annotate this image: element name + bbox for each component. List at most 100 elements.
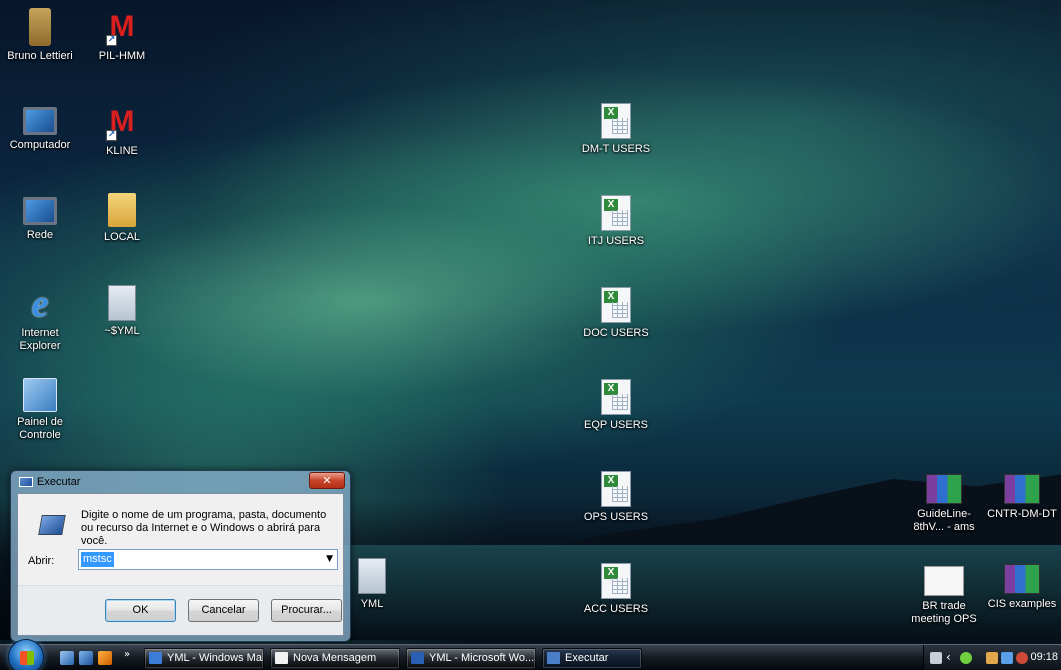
desktop-icon-rede[interactable]: Rede	[4, 193, 76, 242]
desktop-icon-label: LOCAL	[103, 231, 141, 243]
new-message-icon	[275, 652, 288, 664]
desktop-icon-label: KLINE	[106, 145, 138, 157]
excel-file-icon	[601, 379, 631, 415]
desktop-icon-label: CNTR-DM-DT	[987, 508, 1057, 520]
dialog-description: Digite o nome de um programa, pasta, doc…	[81, 509, 327, 547]
desktop-icon-label: DM-T USERS	[581, 143, 651, 155]
taskbar-button-microsoft-word[interactable]: YML - Microsoft Wo...	[406, 648, 536, 669]
desktop-icon-computador[interactable]: Computador	[4, 103, 76, 152]
run-dialog: Executar ✕ Digite o nome de um programa,…	[10, 470, 351, 642]
m-shortcut-icon: M ↗	[106, 10, 135, 46]
desktop-icon-kline[interactable]: M ↗ KLINE	[86, 103, 158, 158]
dialog-body: Digite o nome de um programa, pasta, doc…	[17, 493, 344, 636]
taskbar-button-label: YML - Microsoft Wo...	[429, 652, 535, 664]
desktop-icon-dm-t-users[interactable]: DM-T USERS	[580, 103, 652, 156]
taskbar-button-label: Nova Mensagem	[293, 652, 377, 664]
taskbar-button-executar[interactable]: Executar	[542, 648, 642, 669]
desktop-icon-ops-users[interactable]: OPS USERS	[580, 471, 652, 524]
start-button[interactable]	[8, 639, 44, 670]
excel-file-icon	[601, 563, 631, 599]
quick-launch-chevron-icon[interactable]: »	[124, 649, 130, 660]
system-tray: ‹ 09:18	[923, 645, 1061, 670]
word-icon	[411, 652, 424, 664]
mail-icon	[149, 652, 162, 664]
open-combobox[interactable]: mstsc ▼	[78, 549, 338, 570]
desktop-icon-label: Internet Explorer	[19, 327, 61, 352]
excel-file-icon	[601, 195, 631, 231]
open-input-value[interactable]: mstsc	[81, 552, 114, 567]
switch-windows-icon[interactable]	[79, 651, 93, 665]
desktop-icon-label: Bruno Lettieri	[7, 50, 73, 62]
desktop-icon-label: CIS examples	[987, 598, 1057, 610]
desktop-icon-label: ~$YML	[104, 325, 140, 337]
show-desktop-icon[interactable]	[60, 651, 74, 665]
internet-explorer-icon: e	[31, 283, 49, 325]
word-document-icon	[358, 558, 386, 594]
clock[interactable]: 09:18	[1030, 651, 1058, 663]
desktop-icon-br-trade-meeting[interactable]: BR trade meeting OPS	[904, 560, 984, 626]
desktop-icon-label: Painel de Controle	[17, 416, 63, 441]
run-icon	[547, 652, 560, 664]
desktop-icon-label: Computador	[9, 139, 71, 151]
excel-file-icon	[601, 471, 631, 507]
rar-archive-icon	[1004, 474, 1040, 504]
desktop-icon-itj-users[interactable]: ITJ USERS	[580, 195, 652, 248]
desktop-icon-label: EQP USERS	[584, 419, 648, 431]
volume-icon[interactable]	[1016, 652, 1028, 664]
taskbar-button-label: Executar	[565, 652, 609, 664]
taskbar-button-nova-mensagem[interactable]: Nova Mensagem	[270, 648, 400, 669]
excel-file-icon	[601, 287, 631, 323]
notification-icon[interactable]	[986, 652, 998, 664]
network-icon	[23, 197, 57, 225]
desktop-icon-acc-users[interactable]: ACC USERS	[580, 563, 652, 616]
open-label: Abrir:	[28, 555, 55, 567]
desktop-icon-guideline[interactable]: GuideLine-8thV... - ams	[904, 470, 984, 534]
desktop-icon-doc-users[interactable]: DOC USERS	[580, 287, 652, 340]
shortcut-arrow-icon: ↗	[106, 130, 117, 141]
run-program-icon	[38, 515, 66, 535]
desktop-icon-label: PIL-HMM	[98, 50, 146, 62]
desktop-icon-eqp-users[interactable]: EQP USERS	[580, 379, 652, 432]
dropdown-arrow-icon[interactable]: ▼	[326, 554, 333, 564]
folder-icon	[108, 193, 136, 227]
taskbar-button-label: YML - Windows Mail	[167, 652, 264, 664]
control-panel-icon	[23, 378, 57, 412]
security-shield-icon[interactable]	[960, 652, 972, 664]
computer-icon	[23, 107, 57, 135]
desktop-icon-label: BR trade meeting OPS	[911, 600, 977, 625]
desktop-icon-pil-hmm[interactable]: M ↗ PIL-HMM	[86, 8, 158, 63]
close-button[interactable]: ✕	[309, 472, 345, 489]
browse-button[interactable]: Procurar...	[271, 599, 342, 622]
dialog-button-strip: OK Cancelar Procurar...	[18, 585, 343, 635]
desktop-icon-cis-examples[interactable]: CIS examples	[984, 560, 1060, 611]
m-shortcut-icon: M ↗	[106, 105, 135, 141]
excel-file-icon	[601, 103, 631, 139]
document-icon	[108, 285, 136, 321]
run-title-icon	[19, 477, 33, 487]
desktop-icon-local[interactable]: LOCAL	[86, 193, 158, 244]
desktop-icon-label: Rede	[26, 229, 54, 241]
tray-chevron-icon[interactable]: ‹	[946, 650, 958, 664]
keyboard-icon[interactable]	[930, 652, 942, 664]
desktop-icon-label: GuideLine-8thV... - ams	[913, 508, 975, 533]
desktop-icon-label: ACC USERS	[583, 603, 649, 615]
desktop-icon-syml[interactable]: ~$YML	[86, 285, 158, 338]
user-folder-icon	[29, 8, 51, 46]
taskbar-button-windows-mail[interactable]: YML - Windows Mail	[144, 648, 264, 669]
desktop-icon-label: ITJ USERS	[587, 235, 645, 247]
dialog-title-bar[interactable]: Executar	[19, 476, 80, 488]
network-tray-icon[interactable]	[1001, 652, 1013, 664]
desktop-icon-bruno-lettieri[interactable]: Bruno Lettieri	[4, 8, 76, 63]
media-player-icon[interactable]	[98, 651, 112, 665]
desktop-icon-label: OPS USERS	[583, 511, 649, 523]
taskbar: » YML - Windows Mail Nova Mensagem YML -…	[0, 639, 1061, 670]
rar-archive-icon	[926, 474, 962, 504]
desktop-icon-internet-explorer[interactable]: e Internet Explorer	[4, 285, 76, 353]
desktop-icon-painel-de-controle[interactable]: Painel de Controle	[4, 378, 76, 442]
document-thumbnail-icon	[924, 566, 964, 596]
ok-button[interactable]: OK	[105, 599, 176, 622]
desktop-icon-cntr-dm-dt[interactable]: CNTR-DM-DT	[984, 470, 1060, 521]
desktop-icon-label: DOC USERS	[583, 327, 649, 339]
cancel-button[interactable]: Cancelar	[188, 599, 259, 622]
dialog-title: Executar	[37, 476, 81, 488]
